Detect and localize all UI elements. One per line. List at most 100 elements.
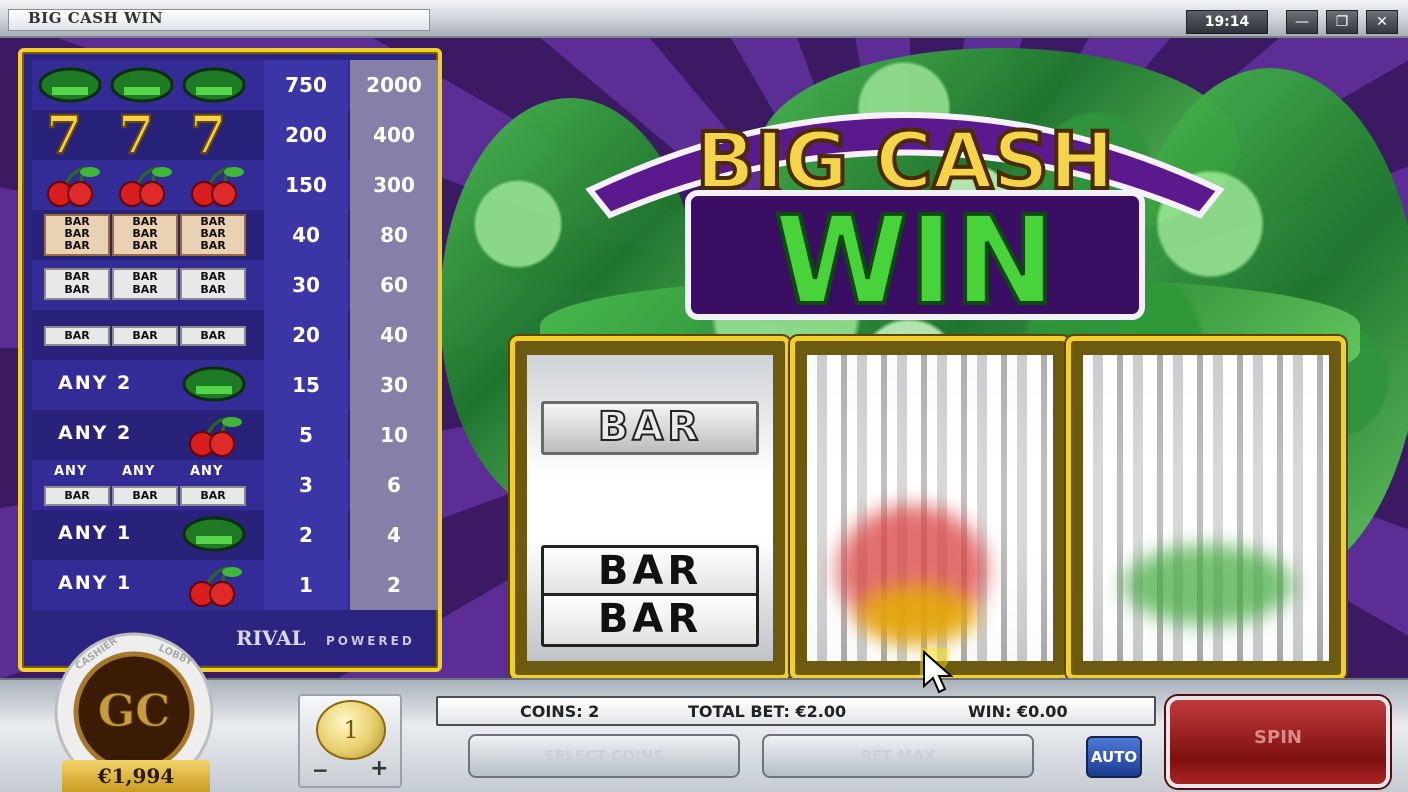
blurred-symbol [857,585,977,645]
paytable-symbols: 7 7 7 [32,105,258,166]
reel-2 [790,336,1070,680]
big-cash-win-icon [182,67,246,103]
payout-1-coin: 2 [264,510,348,560]
paytable-symbols: ANY 2 [32,360,258,410]
paytable-row: ANY 1 1 2 [32,560,438,610]
paytable-row: BAR BAR BAR 20 40 [32,310,438,360]
payout-2-coins: 2 [350,560,438,610]
reel-area: BAR BAR BAR [500,336,1346,680]
coins-display: COINS: 2 [520,702,600,721]
payout-1-coin: 3 [264,460,348,510]
payout-2-coins: 4 [350,510,438,560]
coin-plus-button[interactable]: + [370,756,388,781]
double-bar-icon: BAR BAR [44,268,110,300]
payout-1-coin: 40 [264,210,348,260]
payout-1-coin: 20 [264,310,348,360]
select-coins-button[interactable]: SELECT COINS [468,734,740,778]
paytable-symbols [32,160,258,210]
paytable-row: ANY 2 15 30 [32,360,438,410]
big-cash-win-icon [182,366,246,402]
paytable-symbols: ANY 1 [32,510,258,560]
payout-1-coin: 5 [264,410,348,460]
paytable-row: 150 300 [32,160,438,210]
payout-1-coin: 15 [264,360,348,410]
minimize-button[interactable]: — [1286,10,1318,34]
close-button[interactable]: ✕ [1366,10,1398,34]
mouse-cursor-icon [920,648,954,694]
paytable: 750 2000 7 7 7 200 400 150 300 BAR BAR B… [18,48,442,672]
payout-2-coins: 30 [350,360,438,410]
reel-bar-symbol: BAR [541,545,759,599]
balance: €1,994 [97,764,175,788]
bet-max-button[interactable]: BET MAX [762,734,1034,778]
triple-bar-icon: BAR BAR BAR [112,214,178,256]
any-1-label: ANY 1 [58,572,133,594]
coin-minus-button[interactable]: − [312,758,329,782]
spin-button[interactable]: SPIN [1166,696,1390,788]
powered-label: POWERED [326,634,415,648]
paytable-symbols: ANY 2 [32,410,258,460]
big-cash-win-icon [182,516,246,552]
slot-game-window: BIG CASH WIN 19:14 — ❐ ✕ BIG CASH WIN 75… [0,0,1408,792]
big-cash-win-icon [38,67,102,103]
payout-1-coin: 1 [264,560,348,610]
reel-3 [1066,336,1346,680]
any-1-label: ANY 1 [58,522,133,544]
reel-2-window-spinning [807,355,1053,661]
cherry-icon [119,166,172,207]
any-label: ANY [54,464,88,479]
cherry-icon [189,566,242,607]
payout-2-coins: 60 [350,260,438,310]
paytable-row: BAR BAR BAR BAR BAR BAR BAR BAR BAR 40 80 [32,210,438,260]
reel-1-window: BAR BAR BAR [527,355,773,661]
payout-2-coins: 6 [350,460,438,510]
cherry-icon [189,416,242,457]
payout-2-coins: 2000 [350,60,438,110]
paytable-row: 750 2000 [32,60,438,110]
win-logo: WIN [685,188,1145,325]
paytable-row: ANY ANY ANY BAR BAR BAR 3 6 [32,460,438,510]
paytable-symbols: BAR BAR BAR BAR BAR BAR BAR BAR BAR [32,210,258,260]
payout-2-coins: 400 [350,110,438,160]
payout-1-coin: 200 [264,110,348,160]
coin-value: 1 [316,700,386,760]
single-bar-icon: BAR [44,486,110,506]
seven-icon: 7 [189,105,227,166]
paytable-row: ANY 2 5 10 [32,410,438,460]
reel-bar-symbol: BAR [541,593,759,647]
triple-bar-icon: BAR BAR BAR [180,214,246,256]
payout-1-coin: 150 [264,160,348,210]
cherry-icon [47,166,100,207]
seven-icon: 7 [45,105,83,166]
any-label: ANY [122,464,156,479]
auto-button[interactable]: AUTO [1086,736,1142,778]
payout-2-coins: 10 [350,410,438,460]
paytable-symbols: ANY 1 [32,560,258,610]
payout-2-coins: 300 [350,160,438,210]
paytable-symbols: BAR BAR BAR [32,310,258,360]
any-2-label: ANY 2 [58,422,133,444]
paytable-symbols: BAR BAR BAR BAR BAR BAR [32,260,258,310]
title-bar: BIG CASH WIN 19:14 — ❐ ✕ [0,0,1408,38]
window-title: BIG CASH WIN [28,9,164,27]
payout-2-coins: 80 [350,210,438,260]
blurred-big-cash-symbol [1123,545,1293,625]
rival-logo: RIVAL [236,626,306,650]
single-bar-icon: BAR [180,486,246,506]
triple-bar-icon: BAR BAR BAR [44,214,110,256]
win-display: WIN: €0.00 [968,702,1068,721]
single-bar-icon: BAR [112,326,178,346]
paytable-row: 7 7 7 200 400 [32,105,438,166]
logo-win-text: WIN [774,190,1056,325]
reel-bar-symbol: BAR [541,401,759,455]
reel-1: BAR BAR BAR [510,336,790,680]
any-label: ANY [190,464,224,479]
seven-icon: 7 [117,105,155,166]
payout-1-coin: 30 [264,260,348,310]
paytable-row: ANY 1 2 4 [32,510,438,560]
single-bar-icon: BAR [112,486,178,506]
paytable-symbols [32,60,258,110]
single-bar-icon: BAR [180,326,246,346]
restore-button[interactable]: ❐ [1326,10,1358,34]
payout-1-coin: 750 [264,60,348,110]
